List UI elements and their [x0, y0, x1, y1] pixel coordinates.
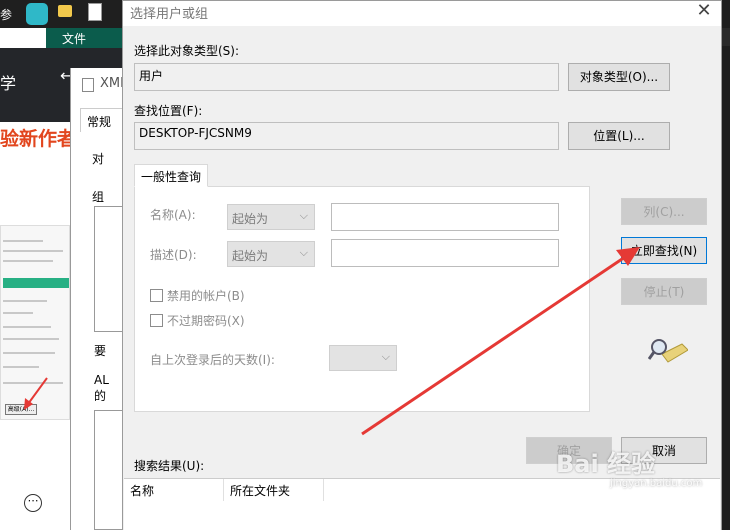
description-match-value: 起始为	[232, 249, 269, 263]
description-label: 描述(D):	[150, 248, 197, 262]
find-now-button[interactable]: 立即查找(N)	[621, 237, 707, 264]
background-strip	[722, 0, 730, 530]
close-icon[interactable]: ✕	[690, 0, 718, 22]
disabled-accounts-checkbox[interactable]	[150, 289, 163, 302]
days-since-login-label: 自上次登录后的天数(I):	[150, 353, 275, 367]
mini-line	[3, 326, 51, 328]
properties-text: 组	[92, 190, 105, 204]
mini-line	[3, 366, 39, 368]
article-title: 验新作者	[0, 128, 77, 150]
column-header-folder[interactable]: 所在文件夹	[230, 482, 290, 499]
object-types-button[interactable]: 对象类型(O)...	[568, 63, 670, 91]
embedded-screenshot: 高级(A)...	[0, 225, 70, 420]
columns-button[interactable]: 列(C)...	[621, 198, 707, 225]
mini-line	[3, 250, 63, 252]
stop-button[interactable]: 停止(T)	[621, 278, 707, 305]
chevron-down-icon: ⌵	[299, 209, 308, 222]
column-header-name[interactable]: 名称	[130, 482, 154, 499]
taskbar-label: 参	[0, 8, 13, 22]
more-icon[interactable]: ⋯	[24, 494, 42, 512]
chevron-down-icon: ⌵	[299, 246, 308, 259]
search-magnifier-icon	[648, 339, 688, 363]
mini-line	[3, 260, 53, 262]
days-since-login-select[interactable]: ⌵	[329, 345, 397, 371]
name-input[interactable]	[331, 203, 559, 231]
mini-highlight	[3, 278, 69, 288]
file-icon	[82, 78, 94, 92]
location-field: DESKTOP-FJCSNM9	[134, 122, 559, 150]
disabled-accounts-label: 禁用的帐户(B)	[167, 289, 245, 303]
ribbon-file-tab[interactable]: 文件	[62, 30, 86, 47]
object-type-field: 用户	[134, 63, 559, 91]
non-expiring-password-label: 不过期密码(X)	[167, 314, 245, 328]
properties-title: XMl	[100, 76, 124, 91]
mini-line	[3, 352, 55, 354]
mini-line	[3, 240, 43, 242]
description-input[interactable]	[331, 239, 559, 267]
column-divider[interactable]	[223, 479, 224, 501]
folder-icon[interactable]	[58, 5, 72, 17]
watermark-url: jingyan.baidu.com	[610, 478, 703, 489]
name-match-value: 起始为	[232, 212, 269, 226]
document-icon[interactable]	[88, 3, 102, 21]
properties-text: AL 的	[94, 373, 109, 403]
properties-text: 要	[94, 344, 107, 358]
search-results-label: 搜索结果(U):	[134, 459, 205, 473]
column-divider[interactable]	[323, 479, 324, 501]
name-match-select[interactable]: 起始为 ⌵	[227, 204, 315, 230]
description-match-select[interactable]: 起始为 ⌵	[227, 241, 315, 267]
location-label: 查找位置(F):	[134, 104, 203, 118]
locations-button[interactable]: 位置(L)...	[568, 122, 670, 150]
mini-line	[3, 382, 63, 384]
mini-line	[3, 312, 33, 314]
name-label: 名称(A):	[150, 208, 196, 222]
non-expiring-password-checkbox[interactable]	[150, 314, 163, 327]
watermark-logo: Bai 经验	[556, 450, 656, 478]
properties-text: 对	[92, 152, 105, 166]
header-text: 学	[0, 74, 17, 93]
taskbar-app-icon[interactable]	[26, 3, 48, 25]
chevron-down-icon: ⌵	[381, 350, 390, 363]
object-type-label: 选择此对象类型(S):	[134, 44, 240, 58]
mini-advanced-button: 高级(A)...	[5, 404, 37, 415]
tab-general-query[interactable]: 一般性查询	[134, 164, 208, 187]
dialog-title: 选择用户或组	[130, 7, 209, 22]
mini-line	[3, 300, 47, 302]
mini-line	[3, 338, 59, 340]
